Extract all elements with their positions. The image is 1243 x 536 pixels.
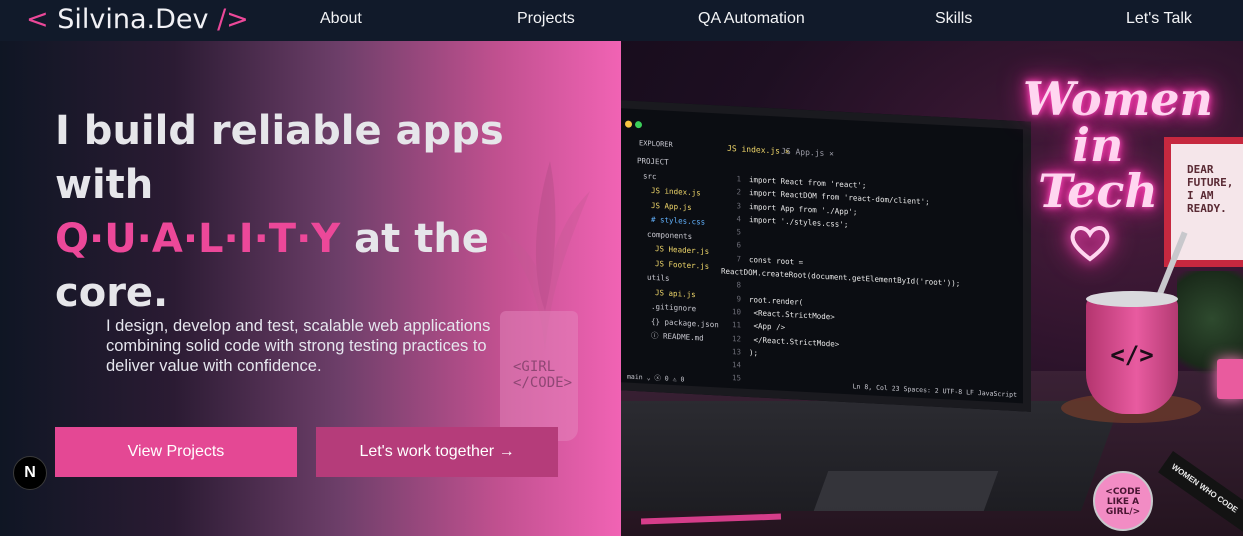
keychain-badge: <CODE LIKE A GIRL/> <box>1093 471 1153 531</box>
view-projects-button[interactable]: View Projects <box>55 427 297 477</box>
frame-text: DEAR FUTURE, I AM READY. <box>1187 163 1234 215</box>
hero-section: <GIRL </CODE> I build reliable apps with… <box>0 41 621 536</box>
nav-link-qa-automation[interactable]: QA Automation <box>698 10 805 28</box>
logo-close-bracket: /> <box>217 4 249 35</box>
line-number: 7 <box>736 254 741 264</box>
window-dot-yellow <box>625 120 632 128</box>
code-block: 1 import React from 'react'; 2 import React… <box>721 171 1023 400</box>
nav-link-lets-talk[interactable]: Let's Talk <box>1126 10 1192 28</box>
hero-description: I design, develop and test, scalable web… <box>106 317 491 375</box>
code-brackets-icon: </> <box>1110 341 1154 369</box>
logo[interactable]: < Silvina.Dev /> <box>26 4 249 35</box>
navbar: < Silvina.Dev /> About Projects QA Autom… <box>0 0 1243 41</box>
line-number: 13 <box>731 346 741 357</box>
code-text: </React.StrictMode> <box>749 334 840 349</box>
logo-open-bracket: < <box>26 4 49 35</box>
code-text: <App /> <box>749 321 786 333</box>
nav-link-skills[interactable]: Skills <box>935 10 972 28</box>
logo-text: Silvina.Dev <box>57 4 209 35</box>
line-number: 11 <box>731 320 741 330</box>
hero-image: EXPLORER JS index.js × JS App.js × PROJE… <box>621 41 1243 536</box>
mug-rim <box>1086 291 1178 307</box>
line-number: 8 <box>736 280 741 290</box>
line-number: 14 <box>731 360 741 370</box>
hero-headline: I build reliable apps with Q·U·A·L·I·T·Y… <box>55 104 595 320</box>
line-number: 6 <box>736 240 741 251</box>
headline-line-2: at the <box>354 216 489 262</box>
neon-sign-text: Women in Tech <box>1023 72 1213 218</box>
headline-line-1: I build reliable apps with <box>55 108 504 208</box>
code-text: ); <box>749 347 759 358</box>
candle-decoration <box>1217 359 1243 399</box>
line-number: 1 <box>736 174 741 184</box>
line-number: 12 <box>731 333 741 344</box>
explorer-title: EXPLORER <box>639 139 673 149</box>
line-number: 9 <box>736 293 741 304</box>
status-left: main ⌄ ⓧ 0 ⚠ 0 <box>627 372 685 384</box>
laptop-screen: EXPLORER JS index.js × JS App.js × PROJE… <box>621 100 1031 412</box>
neon-heart-icon <box>1070 226 1110 262</box>
file-tree: PROJECT src JS index.js JS App.js # styl… <box>637 154 719 347</box>
line-number: 5 <box>736 227 741 237</box>
nav-link-about[interactable]: About <box>320 10 362 28</box>
window-dot-green <box>635 120 642 129</box>
code-editor: EXPLORER JS index.js × JS App.js × PROJE… <box>621 108 1023 403</box>
headline-line-3: core. <box>55 270 169 316</box>
editor-tab-app: JS App.js × <box>781 146 834 159</box>
headline-quality: Q·U·A·L·I·T·Y <box>55 216 341 262</box>
laptop-trackpad <box>813 471 999 511</box>
lets-work-together-button[interactable]: Let's work together → <box>316 427 558 477</box>
nextjs-dev-badge[interactable]: N <box>13 456 47 490</box>
line-number: 2 <box>736 187 741 197</box>
line-number: 4 <box>736 214 741 224</box>
code-text: root.render( <box>749 294 804 307</box>
line-number: 10 <box>731 307 741 317</box>
line-number: 3 <box>736 200 741 211</box>
nav-link-projects[interactable]: Projects <box>517 10 575 28</box>
